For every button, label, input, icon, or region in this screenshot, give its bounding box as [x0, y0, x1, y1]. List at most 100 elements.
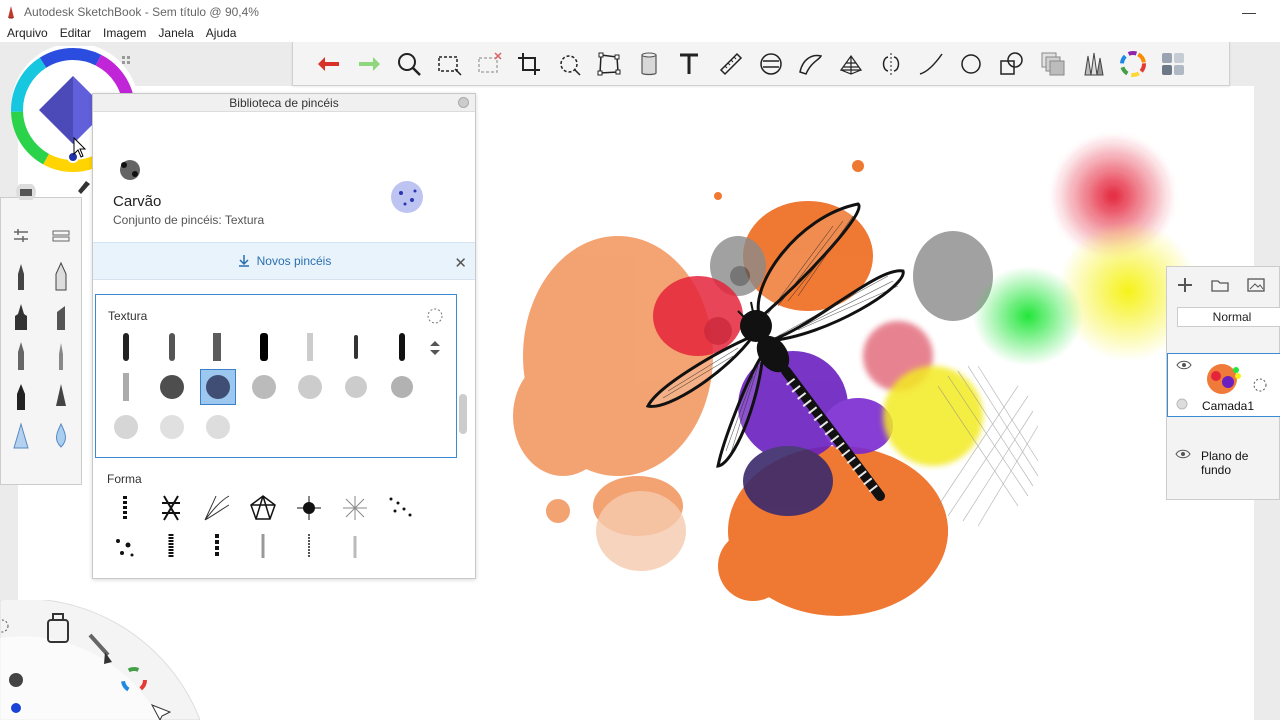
- menu-arquivo[interactable]: Arquivo: [7, 26, 48, 40]
- transform-icon: [560, 54, 581, 76]
- brush-item[interactable]: [338, 329, 374, 365]
- brush-item[interactable]: [153, 528, 189, 564]
- current-color-swatch[interactable]: [9, 701, 23, 715]
- brush-library-icon[interactable]: [51, 226, 71, 246]
- visibility-eye-icon[interactable]: [1175, 449, 1191, 459]
- ellipse-button[interactable]: [951, 44, 991, 84]
- fill-button[interactable]: [629, 44, 669, 84]
- ink-pen-icon[interactable]: [8, 380, 34, 412]
- brush-item[interactable]: [107, 490, 143, 526]
- brush-item[interactable]: [107, 528, 143, 564]
- brush-item[interactable]: [199, 490, 235, 526]
- brush-item[interactable]: [245, 490, 281, 526]
- library-scrollbar[interactable]: [459, 394, 467, 434]
- eyedropper-icon[interactable]: [78, 181, 90, 194]
- brush-item[interactable]: [108, 329, 144, 365]
- brush-item[interactable]: [154, 329, 190, 365]
- distort-button[interactable]: [589, 44, 629, 84]
- brush-size-indicator[interactable]: [9, 673, 23, 687]
- brush-item-selected[interactable]: [200, 369, 236, 405]
- loading-icon: [427, 308, 443, 324]
- scroll-arrows-icon[interactable]: [428, 340, 442, 356]
- transform-button[interactable]: [549, 44, 589, 84]
- selection-button[interactable]: [429, 44, 469, 84]
- lock-toggle-icon[interactable]: [1176, 398, 1188, 410]
- crop-button[interactable]: [509, 44, 549, 84]
- ballpoint-icon[interactable]: [8, 340, 34, 372]
- brush-item[interactable]: [383, 490, 419, 526]
- brush-item[interactable]: [108, 369, 144, 405]
- folder-icon[interactable]: [1211, 278, 1229, 292]
- menu-ajuda[interactable]: Ajuda: [206, 26, 237, 40]
- brush-item[interactable]: [199, 329, 235, 365]
- brush-item[interactable]: [337, 528, 373, 564]
- saturation-handle[interactable]: [67, 151, 79, 163]
- ellipse-guide-button[interactable]: [751, 44, 791, 84]
- brush-item[interactable]: [246, 329, 282, 365]
- brush-item[interactable]: [199, 528, 235, 564]
- brush-item[interactable]: [384, 329, 420, 365]
- perspective-button[interactable]: [831, 44, 871, 84]
- symmetry-button[interactable]: [871, 44, 911, 84]
- menu-janela[interactable]: Janela: [158, 26, 193, 40]
- brush-set-textura: Textura: [95, 294, 457, 458]
- brush-item[interactable]: [292, 369, 328, 405]
- visibility-eye-icon[interactable]: [1176, 360, 1192, 370]
- felt-pen-icon[interactable]: [8, 300, 34, 332]
- minimize-button[interactable]: —: [1242, 4, 1256, 20]
- printer-icon[interactable]: [16, 184, 36, 200]
- brush-item[interactable]: [154, 369, 190, 405]
- marker-icon[interactable]: [48, 260, 74, 292]
- ruler-button[interactable]: [711, 44, 751, 84]
- water-drop-icon[interactable]: [48, 420, 74, 452]
- layer-item[interactable]: Plano de fundo: [1167, 431, 1280, 477]
- color-wheel-button[interactable]: [1113, 44, 1153, 84]
- brush-item[interactable]: [245, 528, 281, 564]
- brush-item[interactable]: [200, 409, 236, 445]
- menu-imagem[interactable]: Imagem: [103, 26, 146, 40]
- menu-editar[interactable]: Editar: [60, 26, 91, 40]
- brush-library-button[interactable]: [1073, 44, 1113, 84]
- nib-pen-icon[interactable]: [48, 380, 74, 412]
- new-brushes-banner[interactable]: Novos pincéis ✕: [93, 242, 475, 280]
- brush-properties-icon[interactable]: [11, 226, 31, 246]
- brush-item[interactable]: [291, 528, 327, 564]
- brush-item[interactable]: [153, 490, 189, 526]
- brush-item[interactable]: [338, 369, 374, 405]
- pencil-icon[interactable]: [8, 260, 34, 292]
- brush-item[interactable]: [292, 329, 328, 365]
- french-curve-button[interactable]: [791, 44, 831, 84]
- redo-button[interactable]: [349, 44, 389, 84]
- brush-library-panel: Biblioteca de pincéis Carvão Conjunto de…: [92, 93, 476, 579]
- stroke-preview: [391, 181, 423, 213]
- brush-item[interactable]: [291, 490, 327, 526]
- layer-item[interactable]: Camada1: [1167, 353, 1280, 417]
- chisel-marker-icon[interactable]: [48, 300, 74, 332]
- zoom-button[interactable]: [389, 44, 429, 84]
- brush-item[interactable]: [337, 490, 373, 526]
- brush-item[interactable]: [384, 369, 420, 405]
- brush-item[interactable]: [246, 369, 282, 405]
- copic-library-button[interactable]: [1153, 44, 1193, 84]
- blend-mode-select[interactable]: Normal: [1177, 307, 1280, 327]
- brush-item[interactable]: [108, 409, 144, 445]
- text-button[interactable]: [669, 44, 709, 84]
- panel-close-button[interactable]: [458, 97, 469, 108]
- brush-item[interactable]: [154, 409, 190, 445]
- charcoal-preview-icon: [120, 160, 140, 180]
- paintbrush-icon[interactable]: [48, 340, 74, 372]
- close-icon[interactable]: ✕: [454, 254, 467, 272]
- clear-selection-button[interactable]: [469, 44, 509, 84]
- layers-button[interactable]: [1033, 44, 1073, 84]
- undo-button[interactable]: [309, 44, 349, 84]
- lagoon-menu: [0, 598, 201, 720]
- add-layer-icon[interactable]: [1177, 277, 1193, 293]
- window-title: Autodesk SketchBook - Sem título @ 90,4%: [24, 5, 259, 19]
- rect-select-icon: [438, 55, 462, 76]
- stroke-button[interactable]: [911, 44, 951, 84]
- airbrush-icon[interactable]: [8, 420, 34, 452]
- grid-toggle-icon[interactable]: [122, 56, 130, 64]
- image-icon[interactable]: [1247, 278, 1265, 292]
- shapes-button[interactable]: [991, 44, 1031, 84]
- brush-palette: [0, 184, 82, 485]
